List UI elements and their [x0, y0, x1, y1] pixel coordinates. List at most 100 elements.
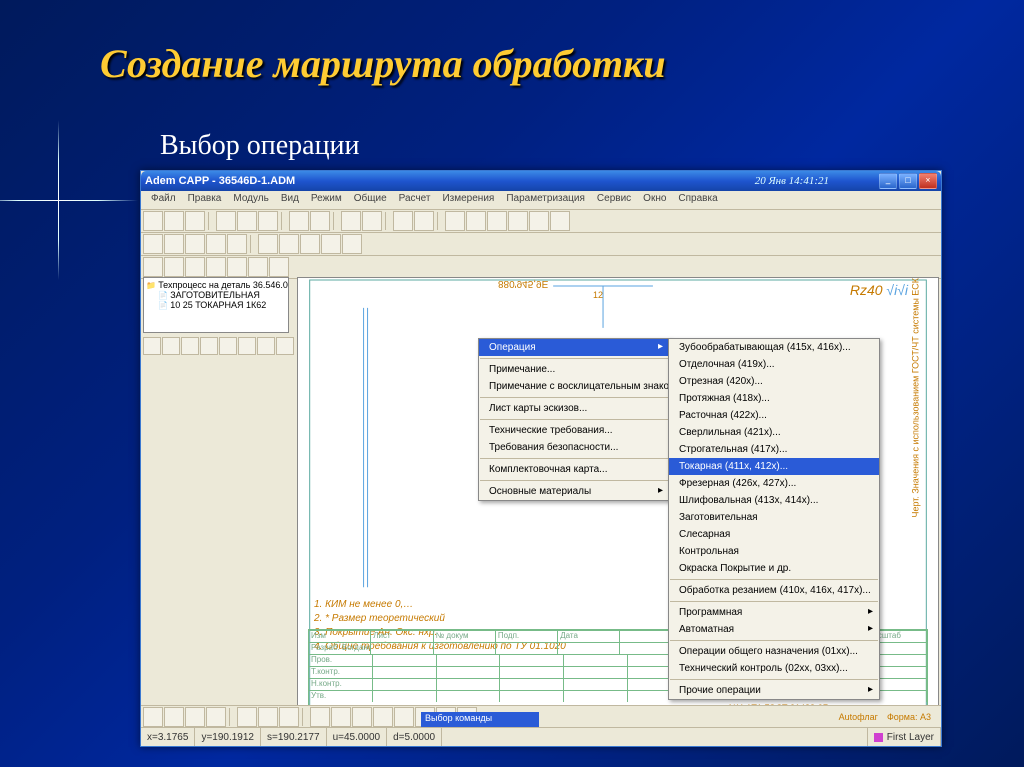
bt-1-icon[interactable] — [143, 707, 163, 727]
bt-7-icon[interactable] — [279, 707, 299, 727]
ctx-base-materials[interactable]: Основные материалы — [479, 483, 669, 500]
tool2-1-icon[interactable] — [143, 234, 163, 254]
side-tool-4-icon[interactable] — [200, 337, 218, 355]
tool2-3-icon[interactable] — [185, 234, 205, 254]
bt-8-icon[interactable] — [310, 707, 330, 727]
titlebar[interactable]: Adem CAPP - 36546D-1.ADM 20 Янв 14:41:21… — [141, 171, 941, 191]
tool-copy-icon[interactable] — [237, 211, 257, 231]
op-general[interactable]: Операции общего назначения (01xx)... — [669, 643, 879, 660]
tool-paste-icon[interactable] — [258, 211, 278, 231]
side-tool-7-icon[interactable] — [257, 337, 275, 355]
op-paint[interactable]: Окраска Покрытие и др. — [669, 560, 879, 577]
menu-param[interactable]: Параметризация — [500, 191, 591, 209]
bt-5-icon[interactable] — [237, 707, 257, 727]
bt-9-icon[interactable] — [331, 707, 351, 727]
ctx-pick-card[interactable]: Комплектовочная карта... — [479, 461, 669, 478]
bt-10-icon[interactable] — [352, 707, 372, 727]
drawing-canvas[interactable]: 12 Черт. Значения с использованием ГОСТ/… — [297, 277, 939, 726]
process-tree[interactable]: Техпроцесс на деталь 36.546.0 ЗАГОТОВИТЕ… — [143, 277, 289, 333]
ctx-operation[interactable]: Операция — [479, 339, 669, 356]
op-turning[interactable]: Токарная (411x, 412x)... — [669, 458, 879, 475]
tool3-2-icon[interactable] — [164, 257, 184, 277]
bt-11-icon[interactable] — [373, 707, 393, 727]
bt-6-icon[interactable] — [258, 707, 278, 727]
tool-redo-icon[interactable] — [310, 211, 330, 231]
menu-file[interactable]: Файл — [145, 191, 182, 209]
op-cutting[interactable]: Обработка резанием (410x, 416x, 417x)... — [669, 582, 879, 599]
op-mill[interactable]: Фрезерная (426x, 427x)... — [669, 475, 879, 492]
op-cutoff[interactable]: Отрезная (420x)... — [669, 373, 879, 390]
tool2-6-icon[interactable] — [258, 234, 278, 254]
close-button[interactable]: × — [919, 173, 937, 189]
side-tool-6-icon[interactable] — [238, 337, 256, 355]
menu-help[interactable]: Справка — [672, 191, 723, 209]
menu-module[interactable]: Модуль — [227, 191, 274, 209]
side-tool-2-icon[interactable] — [162, 337, 180, 355]
op-blank[interactable]: Заготовительная — [669, 509, 879, 526]
menu-view[interactable]: Вид — [275, 191, 305, 209]
tool2-4-icon[interactable] — [206, 234, 226, 254]
menu-mode[interactable]: Режим — [305, 191, 348, 209]
op-grind[interactable]: Шлифовальная (413x, 414x)... — [669, 492, 879, 509]
tool-b-icon[interactable] — [466, 211, 486, 231]
tool3-5-icon[interactable] — [227, 257, 247, 277]
op-bench[interactable]: Слесарная — [669, 526, 879, 543]
op-bore[interactable]: Расточная (422x)... — [669, 407, 879, 424]
tool-zoom-icon[interactable] — [393, 211, 413, 231]
tool2-2-icon[interactable] — [164, 234, 184, 254]
tool-e-icon[interactable] — [529, 211, 549, 231]
menu-window[interactable]: Окно — [637, 191, 672, 209]
tree-root[interactable]: Техпроцесс на деталь 36.546.0 — [146, 280, 286, 290]
tool3-4-icon[interactable] — [206, 257, 226, 277]
tool-save-icon[interactable] — [185, 211, 205, 231]
tool2-9-icon[interactable] — [321, 234, 341, 254]
side-tool-1-icon[interactable] — [143, 337, 161, 355]
op-inspect[interactable]: Контрольная — [669, 543, 879, 560]
tool3-7-icon[interactable] — [269, 257, 289, 277]
bt-2-icon[interactable] — [164, 707, 184, 727]
ctx-note-excl[interactable]: Примечание с восклицательным знаком... — [479, 378, 669, 395]
tool2-7-icon[interactable] — [279, 234, 299, 254]
tool2-8-icon[interactable] — [300, 234, 320, 254]
menu-common[interactable]: Общие — [348, 191, 393, 209]
menu-edit[interactable]: Правка — [182, 191, 228, 209]
op-techctrl[interactable]: Технический контроль (02xx, 03xx)... — [669, 660, 879, 677]
tool-a-icon[interactable] — [445, 211, 465, 231]
menu-meas[interactable]: Измерения — [436, 191, 500, 209]
tree-item-1[interactable]: 10 25 ТОКАРНАЯ 1К62 — [146, 300, 286, 310]
tool-open-icon[interactable] — [164, 211, 184, 231]
side-tool-3-icon[interactable] — [181, 337, 199, 355]
bt-3-icon[interactable] — [185, 707, 205, 727]
ctx-note[interactable]: Примечание... — [479, 361, 669, 378]
op-finish[interactable]: Отделочная (419x)... — [669, 356, 879, 373]
side-tool-8-icon[interactable] — [276, 337, 294, 355]
command-prompt[interactable]: Выбор команды — [421, 712, 539, 728]
op-auto[interactable]: Автоматная — [669, 621, 879, 638]
op-gear[interactable]: Зубообрабатывающая (415x, 416x)... — [669, 339, 879, 356]
tool-print-icon[interactable] — [341, 211, 361, 231]
op-program[interactable]: Программная — [669, 604, 879, 621]
side-tool-5-icon[interactable] — [219, 337, 237, 355]
ctx-tech-req[interactable]: Технические требования... — [479, 422, 669, 439]
maximize-button[interactable]: □ — [899, 173, 917, 189]
op-other[interactable]: Прочие операции — [669, 682, 879, 699]
bt-12-icon[interactable] — [394, 707, 414, 727]
tool-zoom2-icon[interactable] — [414, 211, 434, 231]
tool-undo-icon[interactable] — [289, 211, 309, 231]
op-drill[interactable]: Сверлильная (421x)... — [669, 424, 879, 441]
ctx-sketch-sheet[interactable]: Лист карты эскизов... — [479, 400, 669, 417]
tool2-5-icon[interactable] — [227, 234, 247, 254]
minimize-button[interactable]: _ — [879, 173, 897, 189]
tool-new-icon[interactable] — [143, 211, 163, 231]
tool3-3-icon[interactable] — [185, 257, 205, 277]
tool-d-icon[interactable] — [508, 211, 528, 231]
tool-c-icon[interactable] — [487, 211, 507, 231]
op-broach[interactable]: Протяжная (418x)... — [669, 390, 879, 407]
tool-f-icon[interactable] — [550, 211, 570, 231]
bt-4-icon[interactable] — [206, 707, 226, 727]
tool2-10-icon[interactable] — [342, 234, 362, 254]
op-plane[interactable]: Строгательная (417x)... — [669, 441, 879, 458]
tool3-6-icon[interactable] — [248, 257, 268, 277]
tree-item-0[interactable]: ЗАГОТОВИТЕЛЬНАЯ — [146, 290, 286, 300]
ctx-safety-req[interactable]: Требования безопасности... — [479, 439, 669, 456]
